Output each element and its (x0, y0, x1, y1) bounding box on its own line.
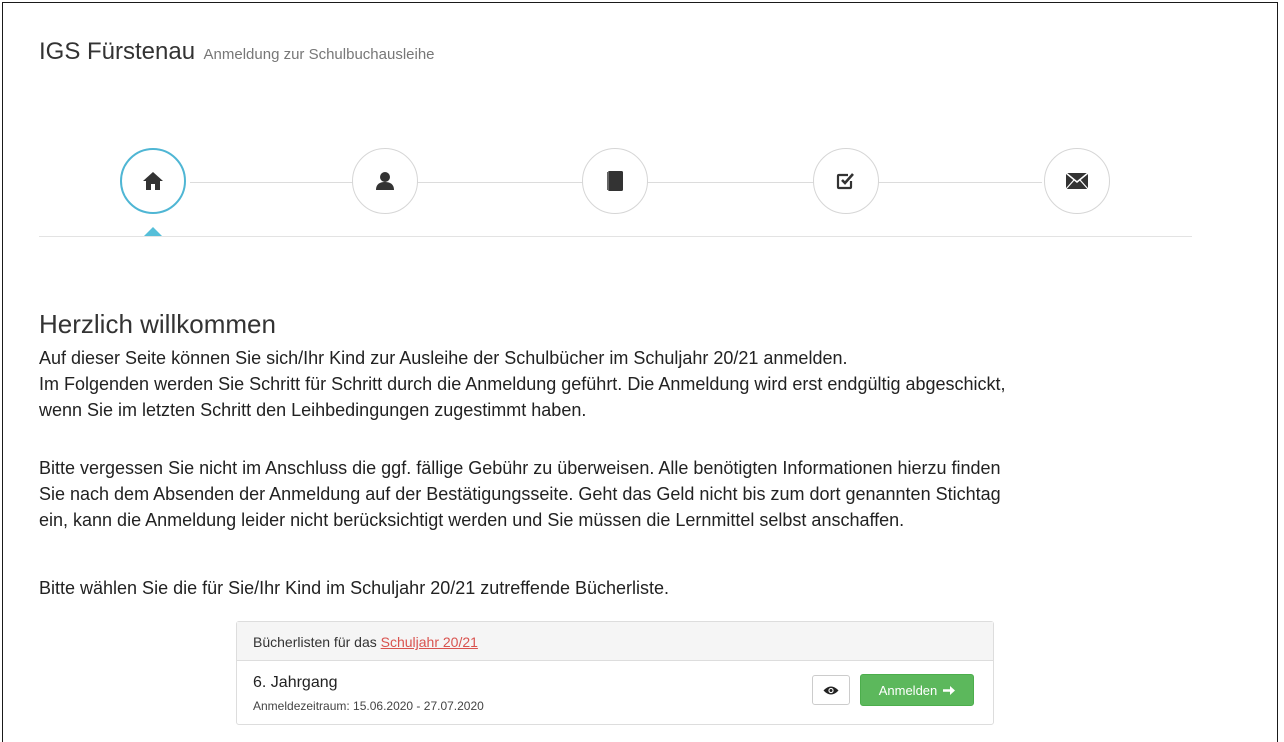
intro-line-2: Im Folgenden werden Sie Schritt für Schr… (39, 374, 1006, 394)
step-user[interactable] (352, 148, 418, 214)
brand: IGS Fürstenau Anmeldung zur Schulbuchaus… (39, 38, 435, 66)
brand-name[interactable]: IGS Fürstenau (39, 38, 195, 65)
fee-line-1: Bitte vergessen Sie nicht im Anschluss d… (39, 458, 1001, 478)
brand-subtitle: Anmeldung zur Schulbuchausleihe (203, 46, 435, 63)
register-button[interactable]: Anmelden (860, 674, 974, 706)
check-square-icon (836, 173, 854, 190)
fee-line-3: ein, kann die Anmeldung leider nicht ber… (39, 510, 905, 530)
booklist-panel: Bücherlisten für das Schuljahr 20/21 6. … (236, 621, 994, 725)
user-icon (376, 172, 394, 190)
intro-line-1: Auf dieser Seite können Sie sich/Ihr Kin… (39, 348, 848, 368)
active-step-caret (144, 227, 162, 236)
steps-divider (39, 236, 1192, 237)
step-home[interactable] (120, 148, 186, 214)
booklist-row-title: 6. Jahrgang (253, 674, 338, 691)
envelope-icon (1065, 172, 1089, 190)
book-icon (607, 171, 623, 191)
school-year-link[interactable]: Schuljahr 20/21 (381, 634, 478, 650)
intro-line-3: wenn Sie im letzten Schritt den Leihbedi… (39, 400, 587, 420)
booklist-panel-header: Bücherlisten für das Schuljahr 20/21 (237, 622, 993, 661)
page-title: Herzlich willkommen (39, 309, 276, 339)
step-book[interactable] (582, 148, 648, 214)
fee-line-2: Sie nach dem Absenden der Anmeldung auf … (39, 484, 1001, 504)
arrow-right-icon (943, 685, 956, 695)
step-send[interactable] (1044, 148, 1110, 214)
booklist-row-period: Anmeldezeitraum: 15.06.2020 - 27.07.2020 (253, 699, 484, 713)
view-list-button[interactable] (812, 675, 850, 705)
booklist-header-prefix: Bücherlisten für das (253, 634, 377, 650)
register-button-label: Anmelden (878, 682, 938, 698)
intro-text: Auf dieser Seite können Sie sich/Ihr Kin… (39, 345, 1259, 423)
fee-notice: Bitte vergessen Sie nicht im Anschluss d… (39, 455, 1259, 533)
home-icon (143, 172, 163, 190)
step-check[interactable] (813, 148, 879, 214)
eye-icon (823, 686, 839, 694)
choose-list-text: Bitte wählen Sie die für Sie/Ihr Kind im… (39, 578, 670, 598)
